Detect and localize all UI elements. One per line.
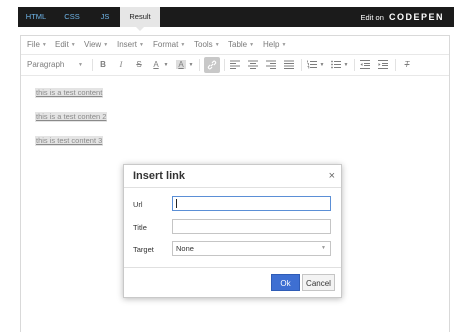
menu-help-label: Help [263, 40, 280, 50]
bold-icon[interactable]: B [95, 57, 111, 73]
menu-table[interactable]: Table ▼ [228, 36, 254, 54]
target-select[interactable]: None ▼ [172, 241, 331, 256]
menu-format[interactable]: Format ▼ [153, 36, 185, 54]
insert-link-dialog: Insert link × Url Title Target None ▼ Ok… [123, 164, 342, 298]
target-label: Target [133, 245, 154, 254]
content-paragraph[interactable]: this is a test conten 2 [35, 112, 108, 122]
background-color-icon[interactable]: A [174, 57, 188, 73]
menu-file-label: File [27, 40, 40, 50]
ok-button[interactable]: Ok [271, 274, 300, 291]
chevron-down-icon: ▼ [70, 42, 76, 48]
menu-tools-label: Tools [194, 40, 213, 50]
clear-formatting-icon[interactable]: T [399, 57, 415, 73]
chevron-down-icon[interactable]: ▼ [162, 57, 170, 73]
format-select[interactable]: Paragraph ▼ [27, 57, 87, 73]
toolbar-divider [224, 59, 225, 71]
toolbar-divider [354, 59, 355, 71]
chevron-down-icon[interactable]: ▼ [342, 57, 350, 73]
menu-view-label: View [84, 40, 102, 50]
toolbar-divider [395, 59, 396, 71]
chevron-down-icon: ▼ [41, 42, 47, 48]
menu-tools[interactable]: Tools ▼ [194, 36, 220, 54]
tab-js[interactable]: JS [90, 7, 120, 27]
url-input[interactable] [172, 196, 331, 211]
tab-result[interactable]: Result [120, 7, 160, 31]
chevron-down-icon[interactable]: ▼ [187, 57, 195, 73]
text-cursor [176, 199, 177, 208]
chevron-down-icon: ▼ [180, 42, 186, 48]
dialog-footer: Ok Cancel [124, 267, 341, 298]
outdent-icon[interactable] [357, 57, 373, 73]
chevron-down-icon: ▼ [103, 42, 109, 48]
title-input[interactable] [172, 219, 331, 234]
menu-format-label: Format [153, 40, 179, 50]
cancel-button[interactable]: Cancel [302, 274, 335, 291]
edit-on-label: Edit on [360, 13, 384, 22]
background-color-glyph: A [176, 60, 186, 69]
italic-icon[interactable]: I [113, 57, 129, 73]
chevron-down-icon: ▼ [78, 62, 83, 68]
chevron-down-icon[interactable]: ▼ [318, 57, 326, 73]
content-paragraph[interactable]: this is test content 3 [35, 136, 104, 146]
menu-help[interactable]: Help ▼ [263, 36, 286, 54]
dialog-header: Insert link × [124, 165, 341, 188]
bullet-list-icon[interactable] [329, 57, 343, 73]
url-label: Url [133, 200, 143, 209]
menu-file[interactable]: File ▼ [27, 36, 47, 54]
chevron-down-icon: ▼ [214, 42, 220, 48]
title-label: Title [133, 223, 147, 232]
menu-edit-label: Edit [55, 40, 69, 50]
indent-icon[interactable] [375, 57, 391, 73]
edit-on-codepen-link[interactable]: Edit on CODEPEN [361, 7, 444, 27]
editor-menubar: File ▼ Edit ▼ View ▼ Insert ▼ Format ▼ Tools ▼… [21, 36, 449, 55]
align-center-icon[interactable] [245, 57, 261, 73]
chevron-down-icon: ▼ [321, 245, 326, 251]
tab-css[interactable]: CSS [54, 7, 90, 27]
editor-toolbar: Paragraph ▼ B I S A ▼ A ▼ ▼ ▼ T [21, 55, 449, 76]
close-icon[interactable]: × [329, 165, 335, 187]
menu-insert-label: Insert [117, 40, 138, 50]
menu-edit[interactable]: Edit ▼ [55, 36, 76, 54]
chevron-down-icon: ▼ [249, 42, 255, 48]
target-select-value: None [176, 244, 194, 253]
format-select-value: Paragraph [27, 60, 65, 69]
dialog-title: Insert link [133, 170, 185, 182]
toolbar-divider [301, 59, 302, 71]
menu-insert[interactable]: Insert ▼ [117, 36, 144, 54]
chevron-down-icon: ▼ [281, 42, 287, 48]
menu-view[interactable]: View ▼ [84, 36, 108, 54]
menu-table-label: Table [228, 40, 248, 50]
codepen-logo: CODEPEN [388, 12, 444, 22]
align-right-icon[interactable] [263, 57, 279, 73]
text-color-icon[interactable]: A [149, 57, 163, 73]
codepen-header: HTML CSS JS Result Edit on CODEPEN [18, 7, 454, 31]
content-paragraph[interactable]: this is a test content [35, 88, 104, 98]
chevron-down-icon: ▼ [139, 42, 144, 48]
link-icon[interactable] [204, 57, 220, 73]
numbered-list-icon[interactable] [305, 57, 319, 73]
toolbar-divider [92, 59, 93, 71]
tab-html[interactable]: HTML [18, 7, 54, 27]
strikethrough-icon[interactable]: S [131, 57, 147, 73]
toolbar-divider [199, 59, 200, 71]
align-justify-icon[interactable] [281, 57, 297, 73]
align-left-icon[interactable] [227, 57, 243, 73]
